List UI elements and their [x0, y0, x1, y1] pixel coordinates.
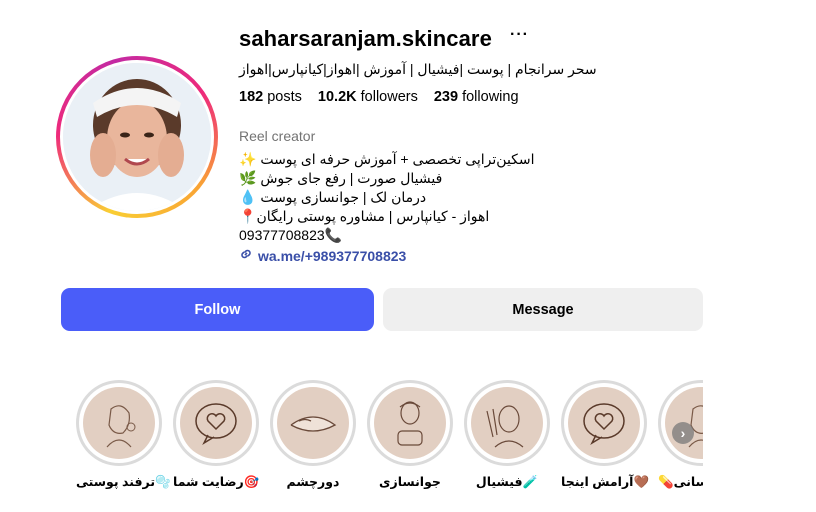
bio-line: 📍اهواز - کیانپارس | مشاوره پوستی رایگان: [239, 208, 490, 224]
followers-stat[interactable]: 10.2K followers: [318, 89, 418, 105]
bio-line: 💧 درمان لک | جوانسازی پوست: [239, 189, 427, 205]
highlight-label: فیشیال🧪: [475, 475, 539, 489]
chevron-right-icon[interactable]: ›: [672, 422, 694, 444]
avatar-photo: [63, 63, 211, 211]
highlight-item[interactable]: آرامش اینجا🤎: [561, 380, 650, 490]
highlight-label: رسانی💊: [658, 475, 703, 489]
following-label: following: [462, 89, 519, 105]
heart-speech-bubble-icon: [568, 387, 640, 459]
face-sketch-icon: [83, 387, 155, 459]
highlight-item[interactable]: ترفند پوستی🫧: [76, 380, 171, 490]
bio-line: 🌿 فیشیال صورت | رفع جای جوش: [239, 170, 443, 186]
following-stat[interactable]: 239 following: [434, 89, 519, 105]
highlight-label: آرامش اینجا🤎: [561, 475, 650, 489]
profile-username: saharsaranjam.skincare: [239, 26, 492, 51]
woman-portrait-sketch-icon: [374, 387, 446, 459]
link-text: wa.me/+989377708823: [258, 247, 407, 264]
followers-label: followers: [360, 89, 418, 105]
followers-count: 10.2K: [317, 89, 357, 105]
profile-link[interactable]: wa.me/+989377708823: [239, 247, 406, 264]
profile-stats: 182 posts 10.2K followers 239 following: [239, 89, 519, 105]
highlight-label: جوانسازی: [379, 475, 441, 489]
posts-stat[interactable]: 182 posts: [239, 89, 302, 105]
heart-speech-bubble-icon: [180, 387, 252, 459]
highlight-label: ترفند پوستی🫧: [76, 475, 171, 489]
highlight-label: رضایت شما🎯: [173, 475, 260, 489]
profile-avatar[interactable]: [56, 56, 218, 218]
follow-button[interactable]: Follow: [61, 288, 374, 331]
posts-count: 182: [239, 89, 264, 105]
profile-bio: ✨ اسکین‌تراپی تخصصی + آموزش حرفه ای پوست…: [239, 150, 535, 245]
following-count: 239: [433, 89, 459, 105]
highlight-label: دورچشم: [286, 475, 340, 489]
link-icon: [239, 247, 253, 264]
facial-sketch-icon: [471, 387, 543, 459]
highlight-item[interactable]: دورچشم: [270, 380, 356, 489]
bio-line: ✨ اسکین‌تراپی تخصصی + آموزش حرفه ای پوست: [239, 151, 535, 167]
highlight-item[interactable]: رضایت شما🎯: [173, 380, 259, 490]
highlight-item[interactable]: جوانسازی: [367, 380, 453, 489]
story-highlights: ترفند پوستی🫧 رضایت شما🎯 دورچشم جوانسازی …: [76, 380, 703, 500]
bio-phone: 09377708823📞: [239, 227, 343, 243]
eye-mask-sketch-icon: [277, 387, 349, 459]
message-button[interactable]: Message: [383, 288, 703, 331]
profile-category: Reel creator: [239, 128, 316, 144]
profile-full-name: سحر سرانجام | پوست |فیشیال | آموزش |اهوا…: [239, 61, 597, 77]
more-options-icon[interactable]: ···: [510, 26, 529, 44]
highlight-item[interactable]: فیشیال🧪: [464, 380, 550, 490]
posts-label: posts: [267, 89, 302, 105]
